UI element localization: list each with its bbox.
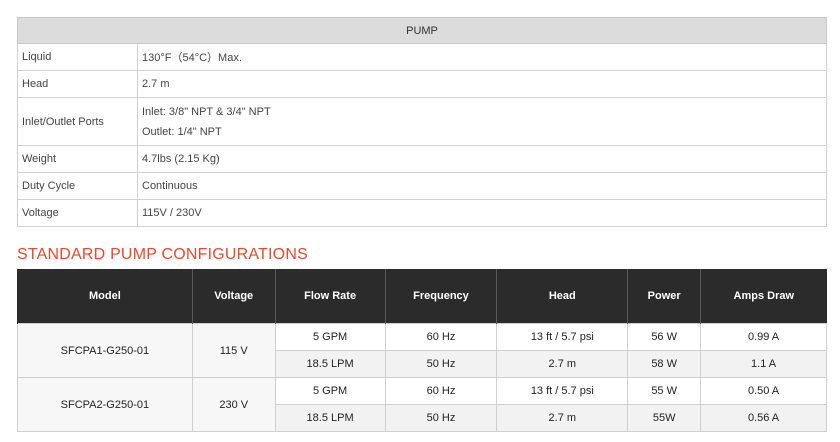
spec-value: 115V / 230V (137, 199, 827, 227)
spec-row-head: Head 2.7 m (17, 70, 827, 98)
spec-row-ports: Inlet/Outlet Ports Inlet: 3/8" NPT & 3/4… (17, 97, 827, 146)
table-header-row: Model Voltage Flow Rate Frequency Head P… (17, 269, 827, 324)
column-header-voltage: Voltage (191, 269, 276, 324)
frequency-cell: 50 Hz (384, 350, 498, 378)
head-cell: 13 ft / 5.7 psi (496, 377, 629, 405)
power-cell: 56 W (627, 323, 702, 351)
spec-row-duty-cycle: Duty Cycle Continuous (17, 172, 827, 200)
spec-label: Duty Cycle (17, 172, 138, 200)
head-cell: 2.7 m (496, 404, 629, 432)
amps-cell: 0.56 A (700, 404, 827, 432)
amps-cell: 0.50 A (700, 377, 827, 405)
spec-value: Continuous (137, 172, 827, 200)
column-header-model: Model (17, 269, 193, 324)
power-cell: 55W (627, 404, 702, 432)
voltage-cell: 115 V (191, 323, 276, 378)
frequency-cell: 50 Hz (384, 404, 498, 432)
spec-value-outlet: Outlet: 1/4" NPT (142, 125, 222, 138)
column-header-frequency: Frequency (384, 269, 497, 324)
flow-rate-cell: 5 GPM (274, 377, 386, 405)
head-cell: 2.7 m (496, 350, 629, 378)
pump-table-header: PUMP (17, 17, 827, 44)
flow-rate-cell: 18.5 LPM (274, 404, 386, 432)
spec-label: Weight (17, 145, 138, 173)
spec-row-voltage: Voltage 115V / 230V (17, 199, 827, 227)
spec-value-inlet: Inlet: 3/8" NPT & 3/4" NPT (142, 105, 271, 118)
column-header-flow-rate: Flow Rate (274, 269, 386, 324)
power-cell: 55 W (627, 377, 702, 405)
amps-cell: 1.1 A (700, 350, 827, 378)
frequency-cell: 60 Hz (384, 377, 498, 405)
spec-row-liquid: Liquid 130°F（54°C）Max. (17, 43, 827, 71)
pump-spec-table: PUMP Liquid 130°F（54°C）Max. Head 2.7 m I… (17, 17, 827, 227)
spec-row-weight: Weight 4.7lbs (2.15 Kg) (17, 145, 827, 173)
table-row: SFCPA1-G250-01 115 V 5 GPM 60 Hz 13 ft /… (17, 323, 827, 378)
flow-rate-cell: 5 GPM (274, 323, 386, 351)
spec-label: Voltage (17, 199, 138, 227)
table-row: SFCPA2-G250-01 230 V 5 GPM 60 Hz 13 ft /… (17, 377, 827, 432)
section-title: STANDARD PUMP CONFIGURATIONS (17, 246, 308, 263)
column-header-head: Head (496, 269, 628, 324)
spec-label: Inlet/Outlet Ports (17, 97, 138, 146)
spec-label: Head (17, 70, 138, 98)
spec-value: 4.7lbs (2.15 Kg) (137, 145, 827, 173)
spec-value-multiline: Inlet: 3/8" NPT & 3/4" NPT Outlet: 1/4" … (137, 97, 827, 146)
spec-value: 2.7 m (137, 70, 827, 98)
column-header-amps-draw: Amps Draw (700, 269, 827, 324)
power-cell: 58 W (627, 350, 702, 378)
head-cell: 13 ft / 5.7 psi (496, 323, 629, 351)
configurations-table: Model Voltage Flow Rate Frequency Head P… (17, 269, 827, 432)
flow-rate-cell: 18.5 LPM (274, 350, 386, 378)
voltage-cell: 230 V (191, 377, 276, 432)
spec-value: 130°F（54°C）Max. (137, 43, 827, 71)
amps-cell: 0.99 A (700, 323, 827, 351)
frequency-cell: 60 Hz (384, 323, 498, 351)
column-header-power: Power (627, 269, 701, 324)
model-cell: SFCPA2-G250-01 (17, 377, 193, 432)
model-cell: SFCPA1-G250-01 (17, 323, 193, 378)
spec-label: Liquid (17, 43, 138, 71)
